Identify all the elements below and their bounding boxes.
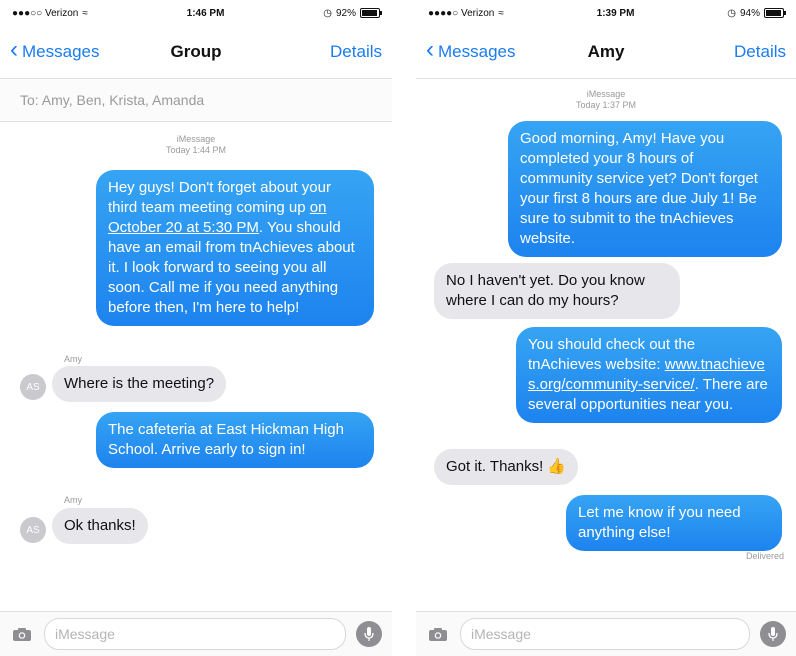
wifi-icon: ≈ (498, 7, 504, 19)
sender-name: Amy (64, 495, 82, 505)
message-bubble-incoming[interactable]: Got it. Thanks! 👍 (434, 449, 579, 485)
recipients-field[interactable]: To: Amy, Ben, Krista, Amanda (0, 79, 392, 122)
details-button[interactable]: Details (330, 42, 382, 62)
group-conversation-screen: ●●●○○ Verizon ≈ 1:46 PM ◷ 92% ‹ Messages… (0, 0, 392, 656)
battery-percent: 92% (335, 7, 356, 19)
message-bubble-incoming[interactable]: Where is the meeting? (52, 366, 227, 402)
message-thread: iMessage Today 1:44 PM Hey guys! Don't f… (0, 122, 392, 612)
back-button[interactable]: ‹ Messages (10, 36, 100, 64)
navigation-bar: ‹ Messages Amy Details (416, 26, 796, 79)
service-label: iMessage (586, 89, 626, 99)
microphone-icon[interactable] (356, 621, 382, 647)
message-text: No I haven't yet. Do you know where I ca… (446, 272, 645, 309)
message-bubble-outgoing[interactable]: Let me know if you need anything else! (566, 495, 782, 551)
back-button[interactable]: ‹ Messages (426, 36, 516, 64)
message-text: Where is the meeting? (64, 375, 215, 392)
chevron-left-icon: ‹ (426, 36, 434, 63)
details-button[interactable]: Details (734, 42, 786, 62)
message-bubble-outgoing[interactable]: You should check out the tnAchieves webs… (516, 327, 782, 423)
battery-percent: 94% (739, 7, 760, 19)
message-bubble-outgoing[interactable]: Hey guys! Don't forget about your third … (96, 170, 374, 326)
carrier-label: ●●●○○ Verizon (12, 7, 79, 19)
thread-timestamp: iMessage Today 1:44 PM (0, 134, 392, 156)
alarm-icon: ◷ (323, 7, 332, 19)
message-bubble-outgoing[interactable]: The cafeteria at East Hickman High Schoo… (96, 412, 374, 468)
message-text: Let me know if you need anything else! (578, 504, 741, 541)
microphone-icon[interactable] (760, 621, 786, 647)
chevron-left-icon: ‹ (10, 36, 18, 63)
navigation-bar: ‹ Messages Group Details (0, 26, 392, 79)
message-thread: iMessage Today 1:37 PM Good morning, Amy… (416, 79, 796, 611)
battery-icon (763, 8, 786, 18)
status-time: 1:46 PM (186, 7, 225, 19)
message-input[interactable]: iMessage (460, 618, 750, 650)
timestamp-label: Today 1:44 PM (165, 145, 227, 155)
status-bar: ●●●●○ Verizon ≈ 1:39 PM ◷ 94% (416, 0, 796, 26)
avatar[interactable]: AS (20, 517, 46, 543)
back-label: Messages (22, 42, 100, 61)
message-bubble-incoming[interactable]: Ok thanks! (52, 508, 148, 544)
service-label: iMessage (176, 134, 216, 144)
compose-bar: iMessage (416, 611, 796, 656)
message-text: Got it. Thanks! 👍 (446, 458, 567, 475)
message-text: Good morning, Amy! Have you completed yo… (520, 130, 758, 247)
carrier-label: ●●●●○ Verizon (428, 7, 495, 19)
message-bubble-incoming[interactable]: No I haven't yet. Do you know where I ca… (434, 263, 680, 319)
status-bar: ●●●○○ Verizon ≈ 1:46 PM ◷ 92% (0, 0, 392, 26)
battery-icon (359, 8, 382, 18)
compose-bar: iMessage (0, 611, 392, 656)
avatar[interactable]: AS (20, 374, 46, 400)
delivered-status: Delivered (745, 551, 784, 561)
sender-name: Amy (64, 354, 82, 364)
back-label: Messages (438, 42, 516, 61)
wifi-icon: ≈ (82, 7, 88, 19)
message-text: The cafeteria at East Hickman High Schoo… (108, 421, 344, 458)
message-text: Hey guys! Don't forget about your third … (108, 179, 331, 216)
thread-timestamp: iMessage Today 1:37 PM (416, 89, 796, 111)
camera-icon[interactable] (426, 625, 450, 643)
message-bubble-outgoing[interactable]: Good morning, Amy! Have you completed yo… (508, 121, 782, 257)
timestamp-label: Today 1:37 PM (575, 100, 637, 110)
status-time: 1:39 PM (596, 7, 635, 19)
message-text: Ok thanks! (64, 517, 136, 534)
camera-icon[interactable] (10, 625, 34, 643)
message-input[interactable]: iMessage (44, 618, 346, 650)
alarm-icon: ◷ (727, 7, 736, 19)
amy-conversation-screen: ●●●●○ Verizon ≈ 1:39 PM ◷ 94% ‹ Messages… (416, 0, 796, 656)
